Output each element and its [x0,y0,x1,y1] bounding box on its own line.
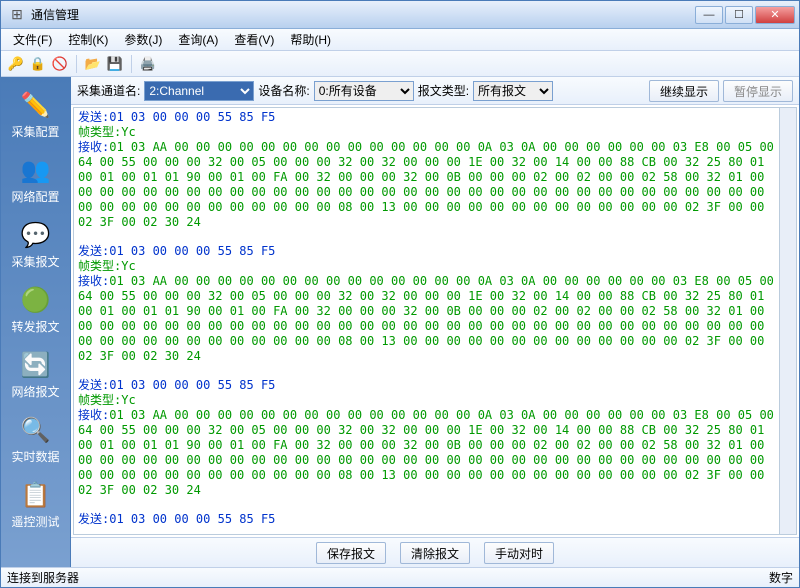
body-area: ✏️ 采集配置 👥 网络配置 💬 采集报文 🟢 转发报文 🔄 网络报文 🔍 实时数据 📋 遥控测试 采集通… [1,77,799,567]
menu-query[interactable]: 查询(A) [170,29,226,50]
log-send-line: 发送:01 03 00 00 00 55 85 F5 [78,244,775,259]
msgtype-label: 报文类型: [418,82,469,99]
lock-icon[interactable]: 🔒 [29,55,47,73]
sidebar-item-3[interactable]: 🟢 转发报文 [6,278,66,341]
log-recv-line: 接收:01 03 AA 00 00 00 00 00 00 00 00 00 0… [78,274,775,364]
window-controls: — ☐ ✕ [695,6,795,24]
continue-display-button[interactable]: 继续显示 [649,80,719,102]
open-icon[interactable]: 📂 [84,55,102,73]
sidebar-icon-2: 💬 [20,219,52,251]
sidebar-icon-6: 📋 [20,479,52,511]
key-icon[interactable]: 🔑 [7,55,25,73]
sidebar-item-2[interactable]: 💬 采集报文 [6,213,66,276]
app-icon: ⊞ [9,7,25,23]
sidebar-item-0[interactable]: ✏️ 采集配置 [6,83,66,146]
sidebar-label-5: 实时数据 [11,448,59,465]
clear-message-button[interactable]: 清除报文 [400,542,470,564]
log-frametype-line: 帧类型:Yc [78,259,775,274]
sidebar-item-1[interactable]: 👥 网络配置 [6,148,66,211]
minimize-button[interactable]: — [695,6,723,24]
menu-params[interactable]: 参数(J) [116,29,170,50]
sidebar-icon-3: 🟢 [20,284,52,316]
msgtype-select[interactable]: 所有报文 [473,81,553,101]
manual-sync-button[interactable]: 手动对时 [484,542,554,564]
device-label: 设备名称: [258,82,309,99]
maximize-button[interactable]: ☐ [725,6,753,24]
log-wrap: 发送:01 03 00 00 00 55 85 F5帧类型:Yc接收:01 03… [73,107,797,535]
device-select[interactable]: 0:所有设备 [314,81,414,101]
log-frametype-line: 帧类型:Yc [78,393,775,408]
bottom-bar: 保存报文 清除报文 手动对时 [71,537,799,567]
log-area[interactable]: 发送:01 03 00 00 00 55 85 F5帧类型:Yc接收:01 03… [74,108,779,534]
status-left: 连接到服务器 [7,569,79,586]
sidebar: ✏️ 采集配置 👥 网络配置 💬 采集报文 🟢 转发报文 🔄 网络报文 🔍 实时数据 📋 遥控测试 [1,77,71,567]
log-send-line: 发送:01 03 00 00 00 55 85 F5 [78,512,775,527]
log-frametype-line: 帧类型:Yc [78,125,775,140]
sidebar-label-0: 采集配置 [11,123,59,140]
sidebar-label-2: 采集报文 [11,253,59,270]
sidebar-label-6: 遥控测试 [11,513,59,530]
window-title: 通信管理 [29,6,695,23]
sidebar-icon-5: 🔍 [20,414,52,446]
close-button[interactable]: ✕ [755,6,795,24]
sidebar-label-4: 网络报文 [11,383,59,400]
menu-view[interactable]: 查看(V) [226,29,282,50]
statusbar: 连接到服务器 数字 [1,567,799,587]
status-right: 数字 [769,569,793,586]
log-send-line: 发送:01 03 00 00 00 55 85 F5 [78,378,775,393]
sidebar-item-5[interactable]: 🔍 实时数据 [6,408,66,471]
toolbar-separator [131,55,132,73]
sidebar-icon-1: 👥 [20,154,52,186]
menu-file[interactable]: 文件(F) [5,29,60,50]
app-window: ⊞ 通信管理 — ☐ ✕ 文件(F) 控制(K) 参数(J) 查询(A) 查看(… [0,0,800,588]
sidebar-label-1: 网络配置 [11,188,59,205]
menu-help[interactable]: 帮助(H) [282,29,339,50]
main-area: 采集通道名: 2:Channel 设备名称: 0:所有设备 报文类型: 所有报文… [71,77,799,567]
channel-select[interactable]: 2:Channel [144,81,254,101]
save-message-button[interactable]: 保存报文 [316,542,386,564]
print-icon[interactable]: 🖨️ [139,55,157,73]
filter-bar: 采集通道名: 2:Channel 设备名称: 0:所有设备 报文类型: 所有报文… [71,77,799,105]
sidebar-item-4[interactable]: 🔄 网络报文 [6,343,66,406]
channel-label: 采集通道名: [77,82,140,99]
vertical-scrollbar[interactable] [779,108,796,534]
menubar: 文件(F) 控制(K) 参数(J) 查询(A) 查看(V) 帮助(H) [1,29,799,51]
cancel-icon[interactable]: 🚫 [51,55,69,73]
toolbar-separator [76,55,77,73]
sidebar-icon-0: ✏️ [20,89,52,121]
log-recv-line: 接收:01 03 AA 00 00 00 00 00 00 00 00 00 0… [78,408,775,498]
save-icon[interactable]: 💾 [106,55,124,73]
sidebar-icon-4: 🔄 [20,349,52,381]
sidebar-label-3: 转发报文 [11,318,59,335]
titlebar: ⊞ 通信管理 — ☐ ✕ [1,1,799,29]
menu-control[interactable]: 控制(K) [60,29,116,50]
log-recv-line: 接收:01 03 AA 00 00 00 00 00 00 00 00 00 0… [78,140,775,230]
log-send-line: 发送:01 03 00 00 00 55 85 F5 [78,110,775,125]
sidebar-item-6[interactable]: 📋 遥控测试 [6,473,66,536]
pause-display-button[interactable]: 暂停显示 [723,80,793,102]
toolbar: 🔑 🔒 🚫 📂 💾 🖨️ [1,51,799,77]
